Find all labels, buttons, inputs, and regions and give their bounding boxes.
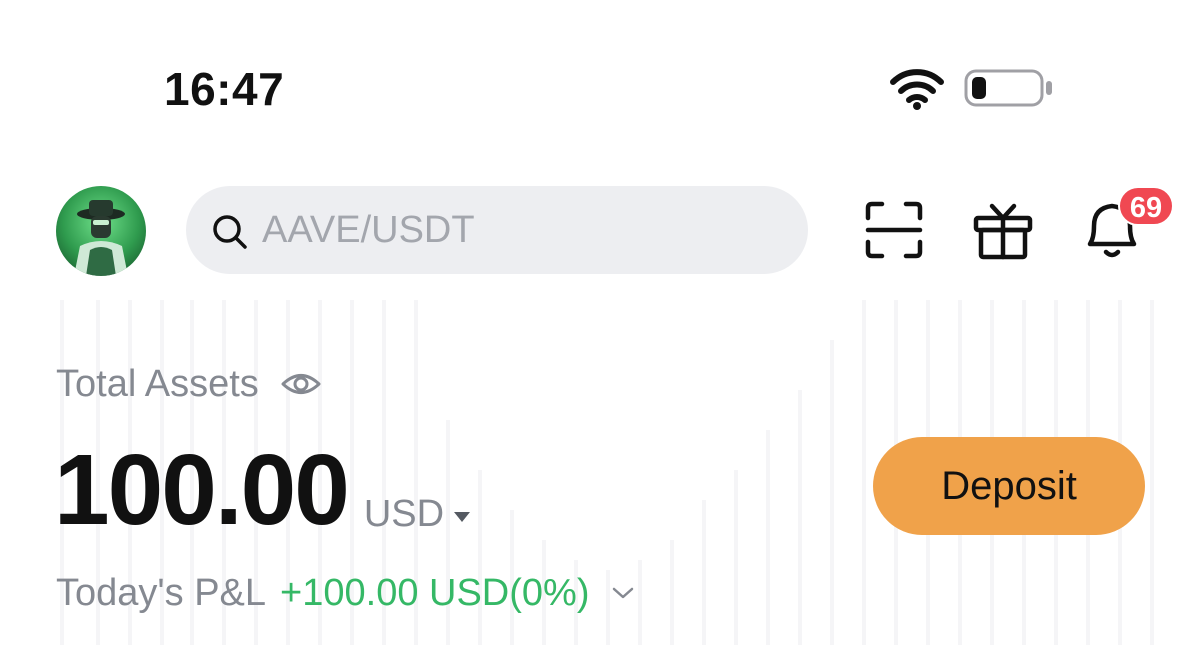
status-bar-time: 16:47 [164,63,285,115]
eye-icon[interactable] [281,369,321,399]
search-icon [213,215,247,249]
notifications-button[interactable]: 69 [1082,186,1182,264]
notification-count-badge: 69 [1118,186,1174,226]
wallet-screen: 16:47 AAVE/USDT 69 Total Assets 100.00 U… [0,0,1200,645]
scan-icon[interactable] [864,200,924,260]
todays-pnl[interactable]: Today's P&L +100.00 USD(0%) [56,570,635,616]
total-assets-value: 100.00 USD [54,440,472,540]
user-avatar-icon [56,186,146,276]
search-input[interactable] [262,204,782,256]
deposit-button[interactable]: Deposit [873,437,1145,535]
gift-icon[interactable] [972,198,1034,260]
wifi-icon [890,69,944,110]
chevron-down-icon[interactable] [611,585,635,601]
pnl-label: Today's P&L [56,571,267,614]
currency-selector[interactable]: USD [364,494,444,534]
avatar[interactable] [56,186,146,276]
total-assets-header: Total Assets [56,362,321,406]
total-assets-amount: 100.00 [54,434,350,546]
caret-down-icon[interactable] [452,510,472,524]
battery-low-icon [964,69,1052,107]
total-assets-label: Total Assets [56,362,259,405]
pnl-value: +100.00 USD(0%) [280,571,590,614]
search-bar[interactable] [186,186,808,274]
